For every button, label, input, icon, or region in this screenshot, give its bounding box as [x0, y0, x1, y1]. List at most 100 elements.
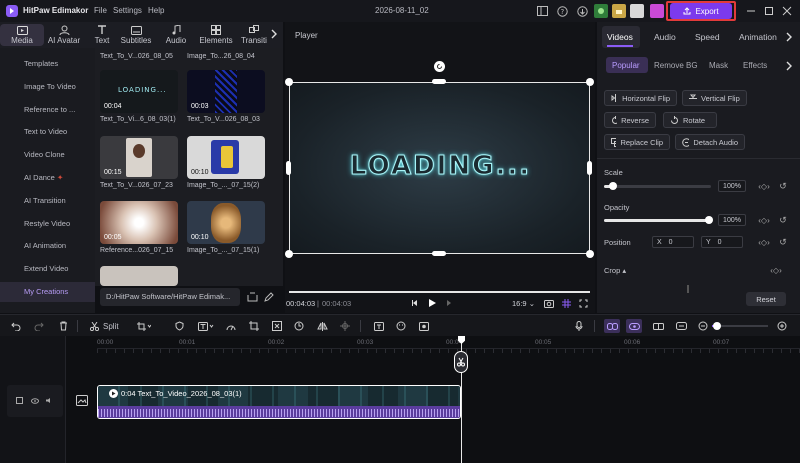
fullscreen-icon[interactable] — [578, 298, 588, 308]
subtab-popular[interactable]: Popular — [612, 61, 640, 70]
keyframe-diamond-icon[interactable]: ‹◇› — [752, 181, 776, 191]
link-icon[interactable] — [604, 319, 620, 333]
nav-ai-transition[interactable]: AI Transition — [0, 191, 95, 211]
prev-frame-icon[interactable] — [410, 298, 420, 308]
keyframe-diamond-icon[interactable]: ‹◇› — [762, 265, 790, 275]
nav-ai-dance[interactable]: AI Dance ✦ — [0, 168, 95, 188]
position-tool-icon[interactable] — [338, 319, 352, 333]
media-item[interactable] — [100, 266, 178, 286]
media-item[interactable]: 00:03 — [187, 70, 265, 113]
tab-videos[interactable]: Videos — [607, 32, 633, 42]
grid-icon[interactable] — [561, 298, 571, 308]
keyframe-diamond-icon[interactable]: ‹◇› — [752, 237, 776, 247]
nav-my-creations[interactable]: My Creations — [0, 282, 95, 302]
resize-handle[interactable] — [286, 161, 291, 175]
resize-handle[interactable] — [432, 251, 446, 256]
media-item[interactable]: 00:10 — [187, 201, 265, 244]
detach-audio-button[interactable]: Detach Audio — [675, 134, 745, 150]
speed-icon[interactable] — [224, 319, 238, 333]
media-item[interactable]: 00:15 — [100, 136, 178, 179]
zoom-out-icon[interactable] — [697, 319, 709, 333]
keyframe-diamond-icon[interactable]: ‹◇› — [752, 215, 776, 225]
resize-handle[interactable] — [586, 250, 594, 258]
layout-icon[interactable] — [536, 5, 548, 17]
media-item[interactable]: LOADING... 00:04 — [100, 70, 178, 113]
redo-icon[interactable] — [32, 319, 46, 333]
zoom-slider-knob[interactable] — [713, 322, 721, 330]
minimize-icon[interactable] — [745, 5, 757, 17]
magnet-icon[interactable] — [626, 319, 642, 333]
snapshot-icon[interactable] — [543, 298, 554, 308]
resize-handle[interactable] — [587, 161, 592, 175]
vertical-flip-button[interactable]: Vertical Flip — [682, 90, 747, 106]
playhead-split-icon[interactable] — [454, 351, 468, 373]
text-tool-icon[interactable] — [196, 319, 216, 333]
split-button[interactable]: Split — [90, 319, 119, 333]
freeze-icon[interactable] — [270, 319, 284, 333]
opacity-slider[interactable] — [604, 216, 713, 224]
reverse-button[interactable]: Reverse — [604, 112, 656, 128]
horizontal-flip-button[interactable]: Horizontal Flip — [604, 90, 677, 106]
menu-help[interactable]: Help — [148, 6, 164, 15]
shield-icon[interactable] — [172, 319, 186, 333]
undo-icon[interactable] — [9, 319, 23, 333]
media-item[interactable]: 00:10 — [187, 136, 265, 179]
enhance-icon[interactable] — [417, 319, 431, 333]
opacity-value[interactable]: 100% — [718, 214, 746, 226]
path-field[interactable]: D:/HitPaw Software/HitPaw Edimak... — [100, 288, 240, 306]
nav-video-clone[interactable]: Video Clone — [0, 145, 95, 165]
tab-speed[interactable]: Speed — [695, 32, 720, 42]
tab-audio-props[interactable]: Audio — [654, 32, 676, 42]
opacity-slider-knob[interactable] — [705, 216, 713, 224]
menu-settings[interactable]: Settings — [113, 6, 142, 15]
subtab-effects[interactable]: Effects — [743, 61, 767, 70]
microphone-icon[interactable] — [572, 319, 586, 333]
chevron-right-icon[interactable] — [268, 27, 280, 41]
chevron-right-icon[interactable] — [785, 60, 793, 72]
preview-canvas[interactable]: LOADING... — [289, 82, 590, 254]
rotate-tool-icon[interactable] — [292, 319, 306, 333]
timeline-clip[interactable]: 0:04 Text_To_Video_2026_08_03(1) — [97, 385, 461, 419]
edit-icon[interactable] — [263, 291, 275, 303]
nav-image-to-video[interactable]: Image To Video — [0, 77, 95, 97]
reset-icon[interactable]: ↺ — [777, 214, 789, 226]
help-icon[interactable]: ? — [556, 5, 568, 17]
position-y-field[interactable]: Y0 — [701, 236, 743, 248]
crop-toggle[interactable]: Crop ▴ — [604, 266, 626, 275]
text-box-icon[interactable] — [372, 319, 386, 333]
media-item[interactable]: 00:05 — [100, 201, 178, 244]
progress-track[interactable] — [289, 291, 590, 293]
resize-handle[interactable] — [586, 78, 594, 86]
snap-icon[interactable] — [651, 319, 665, 333]
subtab-mask[interactable]: Mask — [709, 61, 728, 70]
tab-elements[interactable]: Elements — [194, 24, 238, 46]
rotate-button[interactable]: Rotate — [663, 112, 717, 128]
nav-templates[interactable]: Templates — [0, 54, 95, 74]
gift-icon[interactable] — [612, 4, 626, 18]
tab-subtitles[interactable]: Subtitles — [114, 24, 158, 46]
zoom-slider[interactable] — [712, 322, 768, 330]
resize-handle[interactable] — [432, 79, 446, 84]
nav-extend-video[interactable]: Extend Video — [0, 259, 95, 279]
import-icon[interactable] — [246, 291, 258, 303]
tab-media[interactable]: Media — [0, 24, 44, 46]
scale-value[interactable]: 100% — [718, 180, 746, 192]
nav-restyle-video[interactable]: Restyle Video — [0, 214, 95, 234]
promo-icon[interactable] — [594, 4, 608, 18]
resize-handle[interactable] — [285, 250, 293, 258]
subtab-remove-bg[interactable]: Remove BG — [654, 61, 698, 70]
track-icon[interactable] — [15, 396, 24, 405]
nav-text-to-video[interactable]: Text to Video — [0, 122, 95, 142]
nav-ai-animation[interactable]: AI Animation — [0, 236, 95, 256]
zoom-in-icon[interactable] — [776, 319, 788, 333]
replace-clip-button[interactable]: Replace Clip — [604, 134, 670, 150]
menu-file[interactable]: File — [94, 6, 107, 15]
eye-icon[interactable] — [30, 396, 39, 405]
aspect-ratio-select[interactable]: 16:9 ⌄ — [512, 299, 535, 308]
crop-frame-icon[interactable] — [247, 319, 261, 333]
crop-tool-icon[interactable] — [135, 319, 153, 333]
tab-transition[interactable]: Transiti — [238, 24, 270, 46]
resize-handle[interactable] — [285, 78, 293, 86]
position-x-field[interactable]: X0 — [652, 236, 694, 248]
scale-slider[interactable] — [604, 182, 711, 190]
